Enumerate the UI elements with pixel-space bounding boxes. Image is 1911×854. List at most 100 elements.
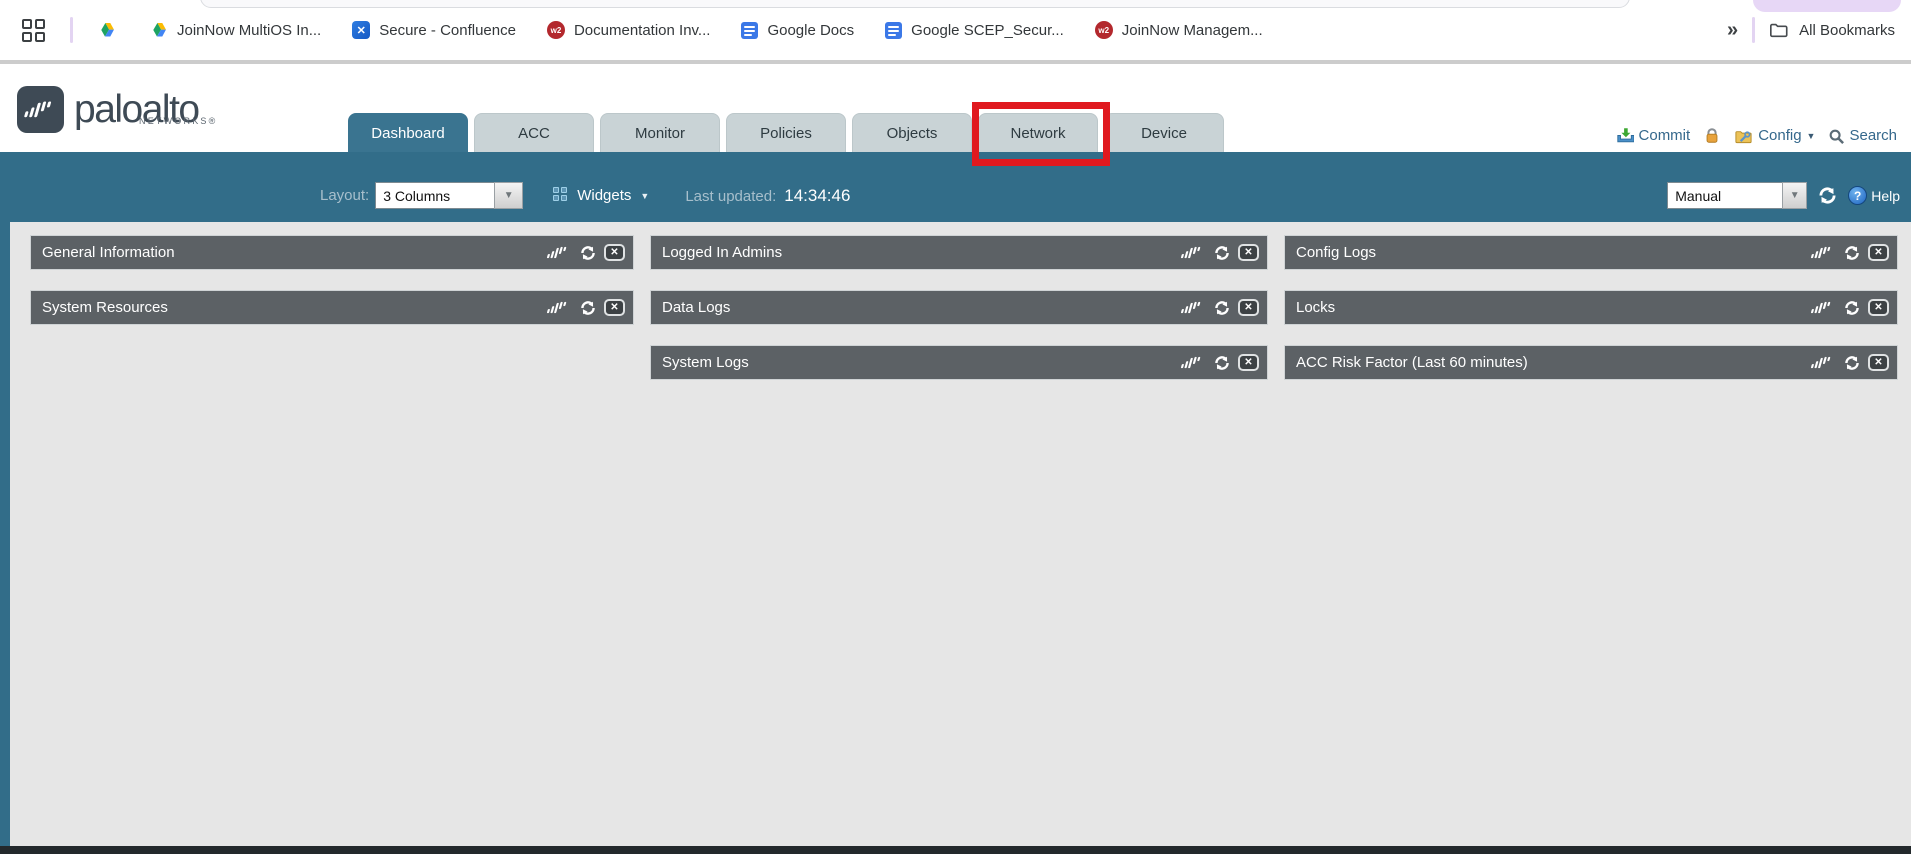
widget-refresh-button[interactable] <box>580 300 596 316</box>
bookmark-documentation-inv[interactable]: w2 Documentation Inv... <box>547 21 710 39</box>
bookmarks-overflow-chevron-icon[interactable]: » <box>1727 19 1738 42</box>
widget-locks[interactable]: Locks ✕ <box>1284 290 1898 325</box>
widget-system-logs[interactable]: System Logs ✕ <box>650 345 1268 380</box>
refresh-icon <box>1844 355 1860 371</box>
commit-button[interactable]: Commit <box>1616 127 1691 144</box>
bookmark-google-scep[interactable]: Google SCEP_Secur... <box>885 22 1064 39</box>
widgets-grid-icon <box>553 187 570 204</box>
widget-graph-icon[interactable] <box>1810 300 1836 316</box>
config-menu-button[interactable]: Config ▼ <box>1734 127 1815 144</box>
widget-acc-risk-factor[interactable]: ACC Risk Factor (Last 60 minutes) ✕ <box>1284 345 1898 380</box>
widget-close-button[interactable]: ✕ <box>604 244 625 261</box>
header-actions: Commit Config ▼ Search <box>1616 127 1897 144</box>
bookmark-joinnow-multios[interactable]: JoinNow MultiOS In... <box>150 21 321 39</box>
widget-refresh-button[interactable] <box>580 245 596 261</box>
widget-logged-in-admins[interactable]: Logged In Admins ✕ <box>650 235 1268 270</box>
bookmark-secure-confluence[interactable]: ✕ Secure - Confluence <box>352 21 516 39</box>
panos-header: paloalto NETWORKS® Dashboard ACC Monitor… <box>0 60 1911 152</box>
bookmark-google-docs[interactable]: Google Docs <box>741 22 854 39</box>
last-updated-value: 14:34:46 <box>784 186 850 206</box>
widget-close-button[interactable]: ✕ <box>1868 244 1889 261</box>
widget-refresh-button[interactable] <box>1844 300 1860 316</box>
widget-close-button[interactable]: ✕ <box>1868 299 1889 316</box>
widget-close-button[interactable]: ✕ <box>604 299 625 316</box>
widgets-menu-button[interactable]: Widgets ▼ <box>553 187 649 204</box>
bookmark-joinnow-managem[interactable]: w2 JoinNow Managem... <box>1095 21 1263 39</box>
widget-graph-icon[interactable] <box>1810 245 1836 261</box>
widget-close-button[interactable]: ✕ <box>1868 354 1889 371</box>
toolbar-right-group: Manual ▼ ? Help <box>1661 182 1900 209</box>
bookmarks-separator <box>70 17 73 43</box>
bookmark-label: JoinNow Managem... <box>1122 22 1263 39</box>
google-drive-icon[interactable] <box>98 21 116 39</box>
bookmark-label: Secure - Confluence <box>379 22 516 39</box>
refresh-icon <box>1818 186 1837 205</box>
google-docs-icon <box>741 22 758 39</box>
w2-badge-icon: w2 <box>547 21 565 39</box>
layout-select-dropdown-button[interactable]: ▼ <box>494 182 523 209</box>
tab-objects[interactable]: Objects <box>852 113 972 152</box>
search-label: Search <box>1849 127 1897 144</box>
widget-refresh-button[interactable] <box>1214 300 1230 316</box>
folder-icon <box>1769 20 1789 40</box>
search-button[interactable]: Search <box>1828 127 1897 144</box>
commit-label: Commit <box>1639 127 1691 144</box>
main-tabs: Dashboard ACC Monitor Policies Objects N… <box>348 113 1224 152</box>
tab-policies[interactable]: Policies <box>726 113 846 152</box>
widget-refresh-button[interactable] <box>1844 355 1860 371</box>
widget-title: Locks <box>1296 299 1810 316</box>
config-folder-wrench-icon <box>1734 127 1753 144</box>
refresh-icon <box>1844 245 1860 261</box>
widget-data-logs[interactable]: Data Logs ✕ <box>650 290 1268 325</box>
tab-acc[interactable]: ACC <box>474 113 594 152</box>
widget-system-resources[interactable]: System Resources ✕ <box>30 290 634 325</box>
widget-graph-icon[interactable] <box>1810 355 1836 371</box>
help-label: Help <box>1871 188 1900 204</box>
bookmark-label: Documentation Inv... <box>574 22 710 39</box>
bookmarks-separator <box>1752 17 1755 43</box>
widget-close-button[interactable]: ✕ <box>1238 299 1259 316</box>
bookmark-label: Google SCEP_Secur... <box>911 22 1064 39</box>
commit-icon <box>1616 127 1634 144</box>
widget-refresh-button[interactable] <box>1214 355 1230 371</box>
last-updated-label: Last updated: <box>685 188 776 205</box>
chevron-down-icon: ▼ <box>1807 131 1816 141</box>
layout-select-value: 3 Columns <box>375 182 494 209</box>
tab-monitor[interactable]: Monitor <box>600 113 720 152</box>
widget-config-logs[interactable]: Config Logs ✕ <box>1284 235 1898 270</box>
widget-column-2: Logged In Admins ✕ Data Logs ✕ System Lo… <box>650 235 1268 380</box>
refresh-mode-select[interactable]: Manual ▼ <box>1667 182 1807 209</box>
refresh-icon <box>580 245 596 261</box>
refresh-dashboard-button[interactable] <box>1818 186 1837 205</box>
tab-network[interactable]: Network <box>978 113 1098 152</box>
widget-graph-icon[interactable] <box>1180 245 1206 261</box>
widget-close-button[interactable]: ✕ <box>1238 244 1259 261</box>
widget-general-information[interactable]: General Information ✕ <box>30 235 634 270</box>
widget-column-1: General Information ✕ System Resources ✕ <box>30 235 634 325</box>
layout-select[interactable]: 3 Columns ▼ <box>375 182 523 209</box>
lock-icon[interactable] <box>1703 127 1721 144</box>
all-bookmarks-button[interactable]: All Bookmarks <box>1769 20 1895 40</box>
tab-device[interactable]: Device <box>1104 113 1224 152</box>
refresh-mode-dropdown-button[interactable]: ▼ <box>1782 182 1807 209</box>
all-bookmarks-label: All Bookmarks <box>1799 22 1895 39</box>
widget-graph-icon[interactable] <box>1180 355 1206 371</box>
widget-graph-icon[interactable] <box>546 300 572 316</box>
widget-graph-icon[interactable] <box>546 245 572 261</box>
left-accent-strip <box>0 222 10 846</box>
apps-grid-icon[interactable] <box>22 19 46 43</box>
widget-title: System Logs <box>662 354 1180 371</box>
bookmarks-bar-right: » All Bookmarks <box>1727 0 1895 60</box>
refresh-icon <box>1844 300 1860 316</box>
widget-close-button[interactable]: ✕ <box>1238 354 1259 371</box>
refresh-icon <box>1214 300 1230 316</box>
dashboard-toolbar-band: Layout: 3 Columns ▼ Widgets ▼ Last updat… <box>0 152 1911 222</box>
confluence-icon: ✕ <box>352 21 370 39</box>
widget-refresh-button[interactable] <box>1844 245 1860 261</box>
widget-graph-icon[interactable] <box>1180 300 1206 316</box>
help-button[interactable]: ? Help <box>1848 186 1900 205</box>
widget-refresh-button[interactable] <box>1214 245 1230 261</box>
widget-title: Config Logs <box>1296 244 1810 261</box>
config-label: Config <box>1758 127 1801 144</box>
tab-dashboard[interactable]: Dashboard <box>348 113 468 152</box>
